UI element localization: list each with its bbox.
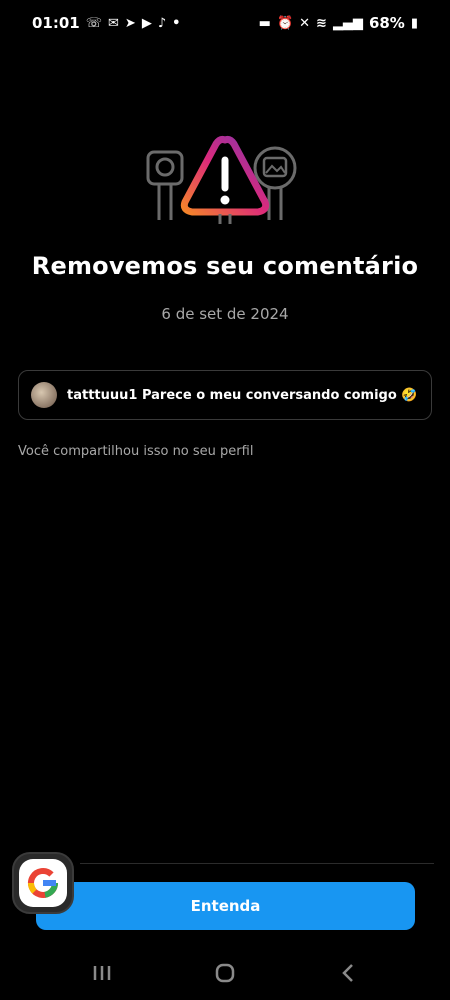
dot-icon: • xyxy=(172,15,181,31)
recent-apps-icon[interactable] xyxy=(82,953,122,993)
whatsapp-icon: ☏ xyxy=(85,15,103,31)
google-icon xyxy=(19,859,67,907)
telegram-icon: ➤ xyxy=(124,15,136,31)
status-time: 01:01 xyxy=(32,14,80,32)
signal-icon: ▂▄▆ xyxy=(332,15,363,31)
tiktok-icon: ♪ xyxy=(157,15,167,31)
system-nav-bar xyxy=(0,945,450,1000)
hero-illustration xyxy=(0,130,450,230)
wifi-icon: ≋ xyxy=(316,15,327,31)
removal-date: 6 de set de 2024 xyxy=(161,305,289,323)
status-left: 01:01 ☏ ✉ ➤ ▶ ♪ • xyxy=(32,14,180,32)
understand-button[interactable]: Entenda xyxy=(36,882,415,930)
page-title: Removemos seu comentário xyxy=(31,252,419,280)
shared-note: Você compartilhou isso no seu perfil xyxy=(18,444,254,459)
alarm-icon: ⏰ xyxy=(276,15,294,31)
status-right: ▬ ⏰ ✕ ≋ ▂▄▆ 68% ▮ xyxy=(259,14,418,32)
avatar xyxy=(31,382,57,408)
google-bubble[interactable] xyxy=(12,852,74,914)
removed-comment-card: tatttuuu1 Parece o meu conversando comig… xyxy=(18,370,432,420)
status-bar: 01:01 ☏ ✉ ➤ ▶ ♪ • ▬ ⏰ ✕ ≋ ▂▄▆ 68% ▮ xyxy=(0,0,450,46)
mute-icon: ✕ xyxy=(299,15,311,31)
battery-level: 68% xyxy=(368,14,405,32)
home-icon[interactable] xyxy=(205,953,245,993)
youtube-icon: ▶ xyxy=(141,15,152,31)
warning-triangle-icon xyxy=(146,136,297,224)
bed-icon: ▬ xyxy=(258,15,271,31)
messenger-icon: ✉ xyxy=(108,15,119,31)
comment-text: tatttuuu1 Parece o meu conversando comig… xyxy=(67,387,418,403)
battery-icon: ▮ xyxy=(410,15,418,31)
divider xyxy=(80,863,434,864)
back-icon[interactable] xyxy=(328,953,368,993)
